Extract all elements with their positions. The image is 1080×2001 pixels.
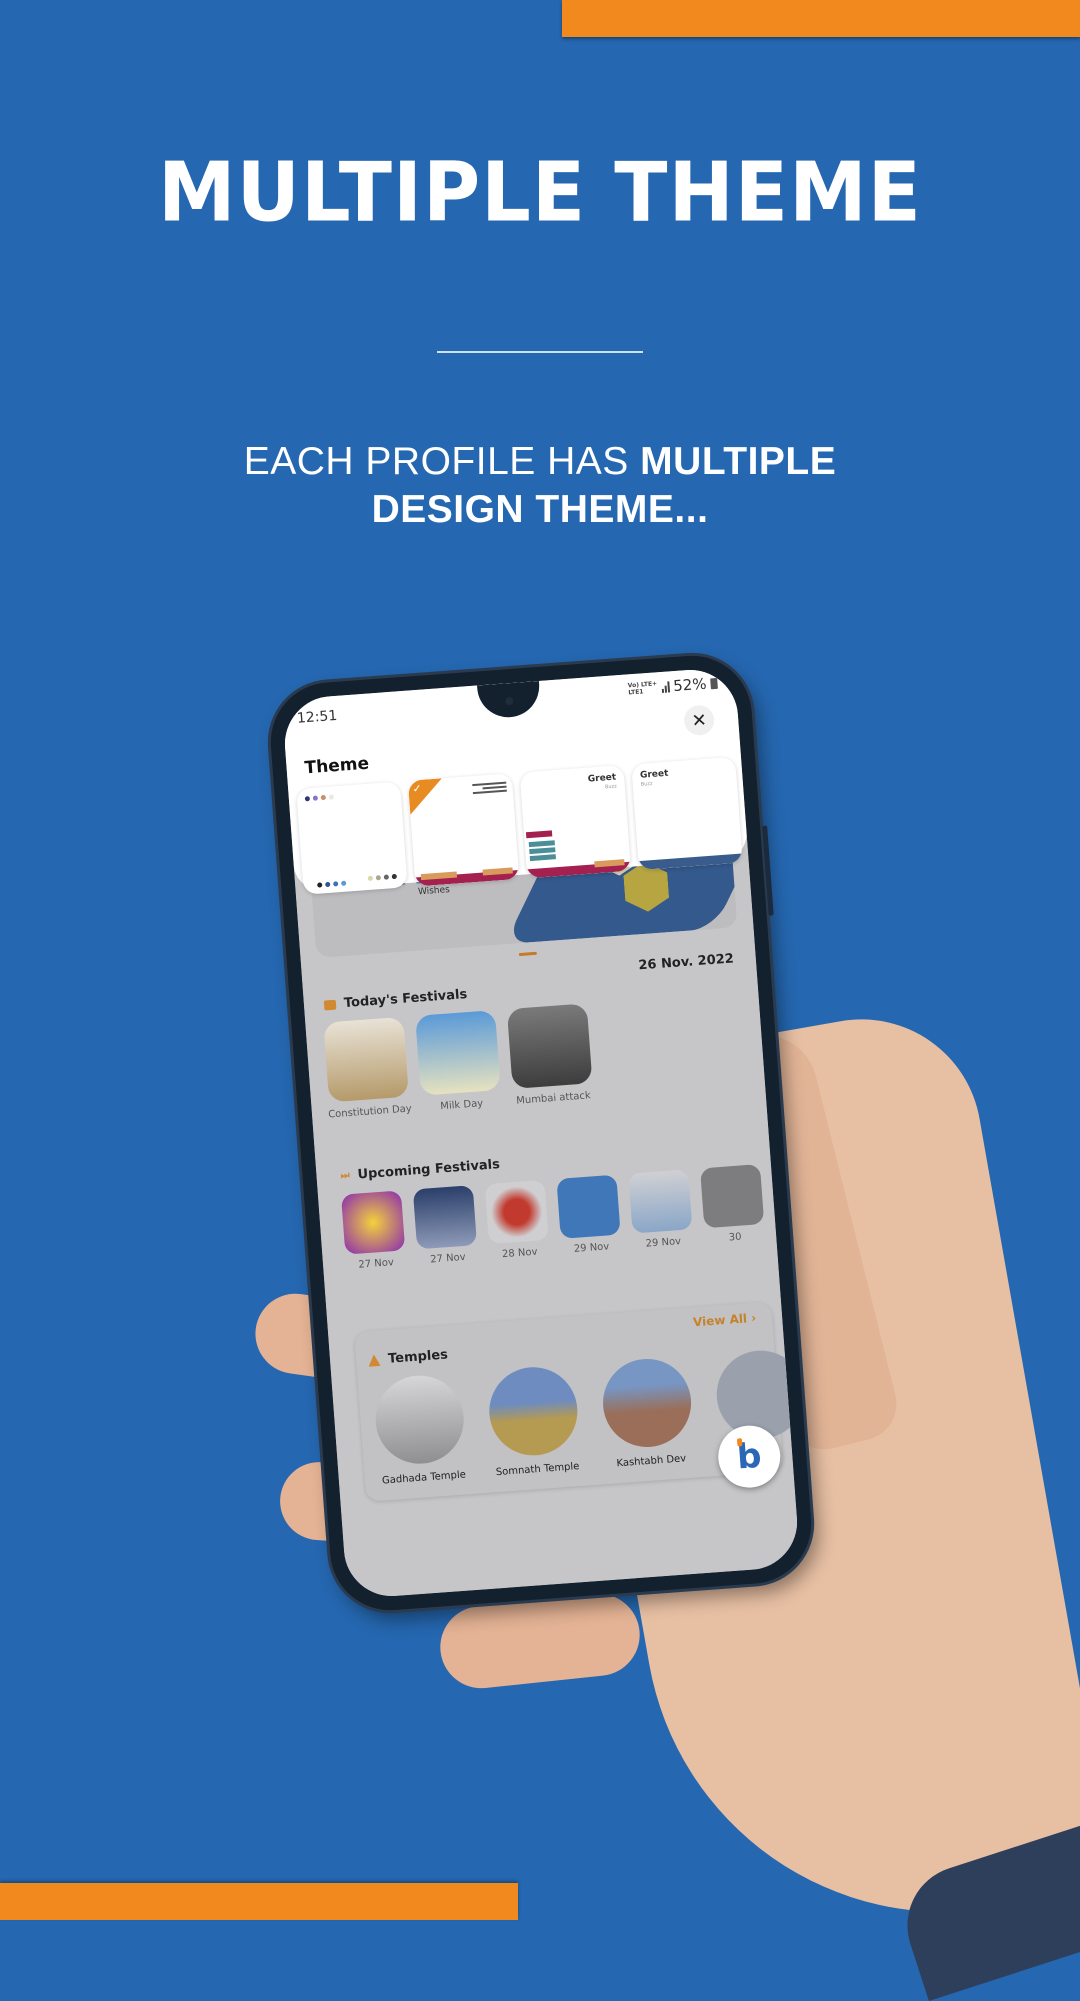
upcoming-item[interactable]: 28 Nov: [484, 1179, 551, 1261]
banner-pager: [518, 951, 537, 957]
accent-bar-bottom: [0, 1883, 518, 1920]
theme-title: Theme: [303, 753, 370, 779]
temples-card: Temples View All › Gadhada Temple Somnat…: [354, 1301, 801, 1502]
upcoming-date: 27 Nov: [429, 1251, 467, 1266]
temple-item[interactable]: Gadhada Temple: [372, 1372, 470, 1487]
temple-label: Somnath Temple: [495, 1461, 580, 1479]
upcoming-item[interactable]: 30: [699, 1164, 766, 1245]
close-button[interactable]: ✕: [683, 704, 716, 737]
front-camera: [505, 696, 514, 706]
temple-image: [486, 1364, 581, 1459]
temple-item[interactable]: Kashtabh Dev: [599, 1355, 697, 1471]
subline-bold-1: MULTIPLE: [640, 440, 837, 483]
festival-label: Mumbai attack: [515, 1090, 592, 1107]
network-line2: LTE1: [628, 688, 644, 697]
template-service-row: [529, 847, 556, 855]
battery-icon: [710, 677, 718, 689]
subline-regular: EACH PROFILE HAS: [243, 440, 641, 483]
temple-icon: [368, 1354, 381, 1367]
upcoming-date: 29 Nov: [573, 1241, 610, 1255]
banner-line3: Wishes: [417, 885, 451, 898]
today-festivals-title: Today's Festivals: [323, 987, 468, 1012]
festival-item[interactable]: Mumbai attack: [505, 1003, 596, 1108]
status-time: 12:51: [296, 707, 338, 727]
phone-body: Get Your Festival IMAGE & VIDEO Wishes 2…: [266, 651, 816, 1615]
upcoming-image: [412, 1185, 478, 1250]
phone-mockup: Get Your Festival IMAGE & VIDEO Wishes 2…: [266, 651, 816, 1615]
festival-image: [323, 1016, 409, 1103]
festival-item[interactable]: Constitution Day: [321, 1016, 413, 1122]
festival-item[interactable]: Milk Day: [413, 1010, 504, 1115]
temples-label: Temples: [387, 1347, 449, 1367]
upcoming-item[interactable]: 29 Nov: [555, 1174, 622, 1256]
upcoming-date: 29 Nov: [645, 1236, 682, 1250]
template-services-tag: [525, 830, 553, 839]
festival-label: Milk Day: [439, 1098, 484, 1113]
phone-screen: Get Your Festival IMAGE & VIDEO Wishes 2…: [281, 666, 801, 1600]
greet-logo: Greet Buzz: [639, 768, 669, 788]
today-festivals-label: Today's Festivals: [343, 987, 468, 1012]
upcoming-image: [700, 1164, 765, 1229]
accent-bar-top: [562, 0, 1080, 37]
phone-side-button: [762, 825, 774, 916]
palette-dots: [317, 880, 347, 888]
upcoming-image: [556, 1174, 621, 1239]
upcoming-festivals-label: Upcoming Festivals: [357, 1157, 501, 1183]
temple-label: Kashtabh Dev: [616, 1453, 687, 1470]
template-text-lines: [472, 781, 507, 796]
network-indicator: Vo) LTE+ LTE1: [628, 680, 658, 696]
upcoming-image: [628, 1169, 693, 1234]
festival-image: [506, 1003, 593, 1089]
signal-icon: [661, 680, 670, 693]
upcoming-festivals-title: ⏭ Upcoming Festivals: [340, 1157, 500, 1184]
upcoming-item[interactable]: 27 Nov: [340, 1190, 407, 1271]
upcoming-image: [484, 1179, 549, 1245]
view-all-link[interactable]: View All ›: [693, 1311, 757, 1330]
theme-card-selected[interactable]: ✓: [407, 773, 520, 887]
theme-card[interactable]: [296, 781, 408, 895]
theme-card[interactable]: Greet Buzz: [519, 764, 632, 879]
subline-bold-2: DESIGN THEME...: [371, 488, 709, 531]
today-festivals-list: Constitution Day Milk Day Mumbai attack: [321, 1003, 596, 1121]
status-indicators: Vo) LTE+ LTE1 52%: [627, 674, 718, 699]
fast-forward-icon: ⏭: [340, 1170, 351, 1182]
fab-spark-icon: [736, 1438, 743, 1447]
chevron-right-icon: ›: [750, 1310, 757, 1326]
upcoming-date: 28 Nov: [501, 1246, 538, 1261]
view-all-label: View All: [692, 1311, 748, 1330]
hand-finger: [436, 1589, 644, 1693]
close-icon: ✕: [690, 709, 708, 732]
festival-image: [415, 1010, 501, 1096]
palette-dots: [304, 794, 335, 802]
upcoming-image: [340, 1190, 406, 1255]
calendar-icon: [323, 999, 337, 1011]
poster-subline: EACH PROFILE HAS MULTIPLE DESIGN THEME..…: [0, 438, 1080, 534]
today-date: 26 Nov. 2022: [637, 951, 735, 974]
template-service-row: [528, 840, 555, 848]
template-service-row: [529, 854, 556, 862]
theme-card[interactable]: Greet Buzz: [631, 756, 743, 871]
poster-headline: MULTIPLE THEME: [158, 145, 922, 241]
temple-item[interactable]: Somnath Temple: [485, 1364, 583, 1479]
temple-image: [372, 1372, 467, 1467]
divider-line: [437, 351, 643, 353]
battery-percent: 52%: [672, 674, 708, 696]
upcoming-item[interactable]: 27 Nov: [412, 1185, 479, 1266]
temples-title: Temples: [368, 1347, 449, 1368]
upcoming-date: 27 Nov: [358, 1257, 395, 1271]
greet-logo: Greet Buzz: [587, 772, 618, 791]
upcoming-date: 30: [728, 1231, 742, 1244]
upcoming-festivals-list: 27 Nov 27 Nov 28 Nov 29 Nov 29 Nov 30: [340, 1164, 767, 1272]
festival-label: Constitution Day: [327, 1103, 413, 1121]
upcoming-item[interactable]: 29 Nov: [627, 1169, 694, 1250]
temple-label: Gadhada Temple: [381, 1469, 467, 1487]
check-icon: ✓: [411, 781, 423, 796]
palette-dots: [367, 873, 398, 881]
temple-image: [599, 1355, 695, 1451]
